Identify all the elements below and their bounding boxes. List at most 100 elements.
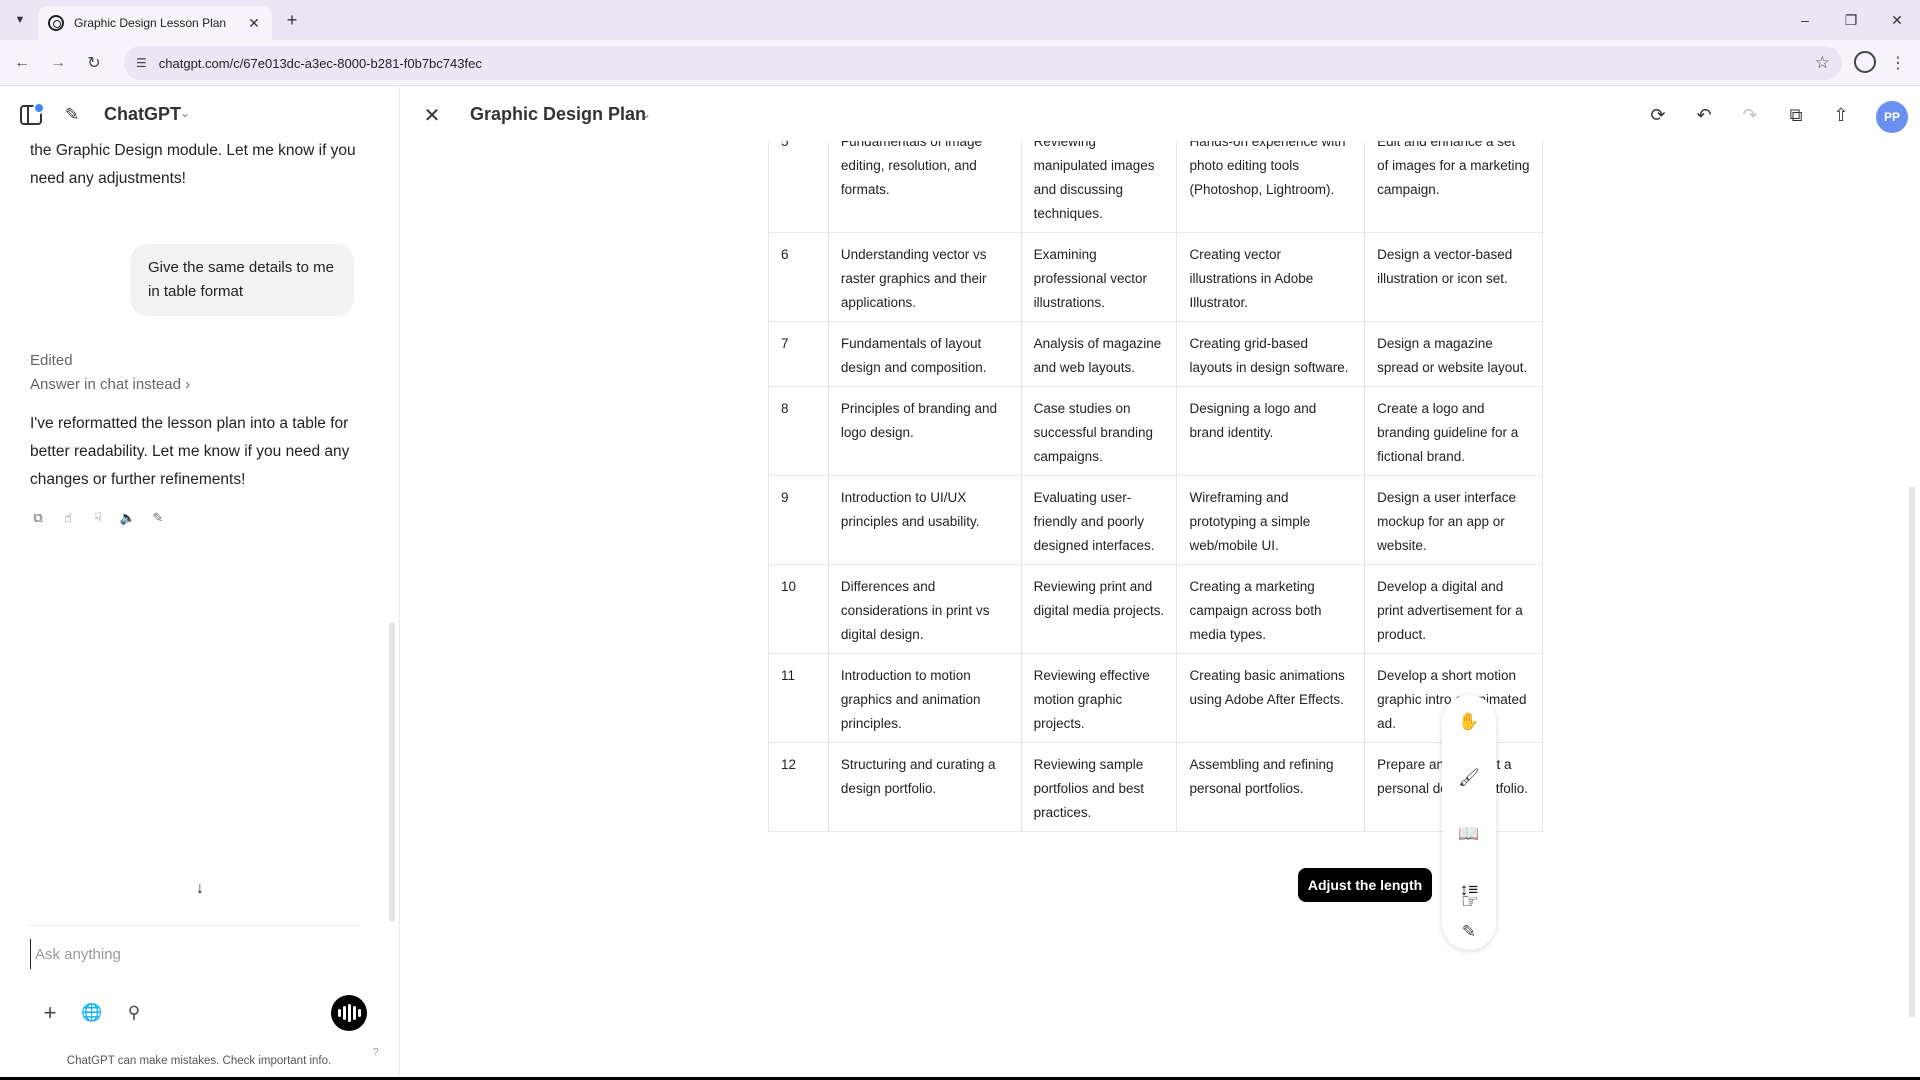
practice-cell[interactable]: Hands-on experience with photo editing t… — [1176, 141, 1366, 233]
topic-cell[interactable]: Principles of branding and logo design. — [827, 386, 1022, 476]
back-arrow-icon[interactable]: ← — [10, 51, 34, 75]
browser-tab[interactable]: Graphic Design Lesson Plan ✕ — [38, 6, 272, 40]
add-emojis-icon[interactable]: ✋ — [1457, 710, 1481, 734]
practice-cell[interactable]: Creating a marketing campaign across bot… — [1176, 564, 1366, 654]
assignment-cell[interactable]: Design a user interface mockup for an ap… — [1364, 475, 1543, 565]
url-bar[interactable]: ☰ chatgpt.com/c/67e013dc-a3ec-8000-b281-… — [124, 46, 1842, 80]
chat-scrollbar[interactable] — [389, 622, 395, 922]
week-cell[interactable]: 10 — [768, 564, 829, 654]
answer-in-chat-link[interactable]: Answer in chat instead › — [30, 376, 190, 393]
topic-cell[interactable]: Fundamentals of image editing, resolutio… — [827, 141, 1022, 233]
model-selector[interactable]: ChatGPT — [104, 104, 181, 125]
week-cell[interactable]: 11 — [768, 653, 829, 743]
url-text[interactable]: chatgpt.com/c/67e013dc-a3ec-8000-b281-f0… — [159, 56, 482, 71]
new-tab-plus-icon[interactable]: + — [280, 8, 304, 32]
week-cell[interactable]: 5 — [768, 141, 829, 233]
profile-icon[interactable] — [1854, 51, 1876, 73]
activity-cell[interactable]: Reviewing manipulated images and discuss… — [1020, 141, 1178, 233]
composer-input[interactable] — [30, 939, 360, 969]
minimize-icon[interactable]: – — [1782, 0, 1828, 40]
chat-header: ✎ ChatGPT ⌄ — [0, 87, 398, 143]
canvas-title[interactable]: Graphic Design Plan — [470, 104, 646, 125]
reading-level-book-icon[interactable]: 📖 — [1457, 822, 1481, 846]
week-cell[interactable]: 9 — [768, 475, 829, 565]
read-aloud-speaker-icon[interactable]: 🔈 — [120, 510, 136, 526]
restore-icon[interactable]: ❐ — [1828, 0, 1874, 40]
browser-menu-icon[interactable]: ⋮ — [1890, 51, 1906, 75]
topic-cell[interactable]: Introduction to motion graphics and anim… — [827, 653, 1022, 743]
tab-close-icon[interactable]: ✕ — [246, 15, 262, 32]
close-canvas-icon[interactable]: ✕ — [420, 103, 444, 127]
share-icon[interactable]: ⇧ — [1828, 102, 1854, 128]
browser-toolbar: ← → ↻ ☰ chatgpt.com/c/67e013dc-a3ec-8000… — [0, 40, 1920, 86]
edited-label: Edited — [30, 352, 73, 369]
practice-cell[interactable]: Creating basic animations using Adobe Af… — [1176, 653, 1366, 743]
assignment-cell[interactable]: Develop a digital and print advertisemen… — [1364, 564, 1543, 654]
undo-icon[interactable]: ↶ — [1691, 102, 1717, 128]
topic-cell[interactable]: Understanding vector vs raster graphics … — [827, 232, 1022, 322]
activity-cell[interactable]: Analysis of magazine and web layouts. — [1020, 321, 1178, 387]
activity-cell[interactable]: Evaluating user-friendly and poorly desi… — [1020, 475, 1178, 565]
edit-in-canvas-icon[interactable]: ✎ — [150, 510, 166, 526]
table-row: 5 Fundamentals of image editing, resoluti… — [768, 141, 1543, 233]
avatar[interactable]: PP — [1876, 101, 1908, 133]
practice-cell[interactable]: Assembling and refining personal portfol… — [1176, 742, 1366, 832]
sidebar-toggle-icon[interactable] — [20, 102, 45, 125]
browser-tab-bar: ▼ Graphic Design Lesson Plan ✕ + – ❐ ✕ — [0, 0, 1920, 40]
activity-cell[interactable]: Reviewing sample portfolios and best pra… — [1020, 742, 1178, 832]
assignment-cell[interactable]: Design a magazine spread or website layo… — [1364, 321, 1543, 387]
assignment-cell[interactable]: Design a vector-based illustration or ic… — [1364, 232, 1543, 322]
redo-icon[interactable]: ↷ — [1737, 102, 1763, 128]
thumbs-down-icon[interactable]: ☟ — [90, 510, 106, 526]
attach-plus-icon[interactable]: + — [37, 1000, 63, 1026]
activity-cell[interactable]: Examining professional vector illustrati… — [1020, 232, 1178, 322]
reload-icon[interactable]: ↻ — [82, 51, 106, 75]
week-cell[interactable]: 12 — [768, 742, 829, 832]
practice-cell[interactable]: Designing a logo and brand identity. — [1176, 386, 1366, 476]
add-final-polish-brush-icon[interactable]: 🖌 — [1457, 766, 1481, 790]
activity-cell[interactable]: Case studies on successful branding camp… — [1020, 386, 1178, 476]
topic-cell[interactable]: Differences and considerations in print … — [827, 564, 1022, 654]
week-cell[interactable]: 8 — [768, 386, 829, 476]
canvas-scrollbar[interactable] — [1909, 487, 1915, 1017]
suggest-edits-pencil-icon[interactable]: ✎ — [1457, 920, 1481, 944]
copy-icon[interactable]: ⧉ — [30, 510, 46, 526]
bookmark-star-icon[interactable]: ☆ — [1815, 53, 1830, 73]
user-message: Give the same details to me in table for… — [130, 244, 354, 316]
mouse-pointer-icon: ☞ — [1461, 891, 1479, 913]
composer-divider — [30, 925, 360, 926]
practice-cell[interactable]: Creating grid-based layouts in design so… — [1176, 321, 1366, 387]
activity-cell[interactable]: Reviewing effective motion graphic proje… — [1020, 653, 1178, 743]
table-row: 10 Differences and considerations in prin… — [768, 564, 1543, 654]
practice-cell[interactable]: Creating vector illustrations in Adobe I… — [1176, 232, 1366, 322]
window-close-icon[interactable]: ✕ — [1874, 0, 1920, 40]
assignment-cell[interactable]: Create a logo and branding guideline for… — [1364, 386, 1543, 476]
week-cell[interactable]: 7 — [768, 321, 829, 387]
copy-canvas-icon[interactable]: ⧉ — [1783, 102, 1809, 128]
topic-cell[interactable]: Introduction to UI/UX principles and usa… — [827, 475, 1022, 565]
forward-arrow-icon[interactable]: → — [46, 51, 70, 75]
chevron-down-icon[interactable]: ⌄ — [180, 106, 190, 120]
voice-mode-button[interactable] — [331, 995, 367, 1031]
table-row: 7 Fundamentals of layout design and compo… — [768, 321, 1543, 387]
reason-lightbulb-icon[interactable]: ⚲ — [121, 1000, 147, 1026]
topic-cell[interactable]: Fundamentals of layout design and compos… — [827, 321, 1022, 387]
help-icon[interactable]: ? — [373, 1047, 379, 1058]
canvas-title-chevron-down-icon[interactable]: ⌄ — [641, 107, 651, 121]
practice-cell[interactable]: Wireframing and prototyping a simple web… — [1176, 475, 1366, 565]
scroll-down-arrow-icon[interactable]: ↓ — [189, 878, 211, 900]
site-settings-icon[interactable]: ☰ — [136, 56, 147, 70]
answer-in-chat-label[interactable]: Answer in chat instead — [30, 376, 181, 393]
activity-cell[interactable]: Reviewing print and digital media projec… — [1020, 564, 1178, 654]
topic-cell[interactable]: Structuring and curating a design portfo… — [827, 742, 1022, 832]
new-chat-compose-icon[interactable]: ✎ — [60, 103, 84, 127]
assignment-cell[interactable]: Edit and enhance a set of images for a m… — [1364, 141, 1543, 233]
thumbs-up-icon[interactable]: ☝ — [60, 510, 76, 526]
lesson-table-viewport: 5 Fundamentals of image editing, resoluti… — [768, 141, 1543, 881]
lesson-plan-table: 5 Fundamentals of image editing, resoluti… — [768, 141, 1543, 832]
search-globe-icon[interactable]: 🌐 — [79, 1000, 105, 1026]
version-history-icon[interactable]: ⟳ — [1645, 102, 1671, 128]
table-row: 6 Understanding vector vs raster graphics… — [768, 232, 1543, 322]
week-cell[interactable]: 6 — [768, 232, 829, 322]
tab-search-chevron-down-icon[interactable]: ▼ — [8, 8, 32, 32]
